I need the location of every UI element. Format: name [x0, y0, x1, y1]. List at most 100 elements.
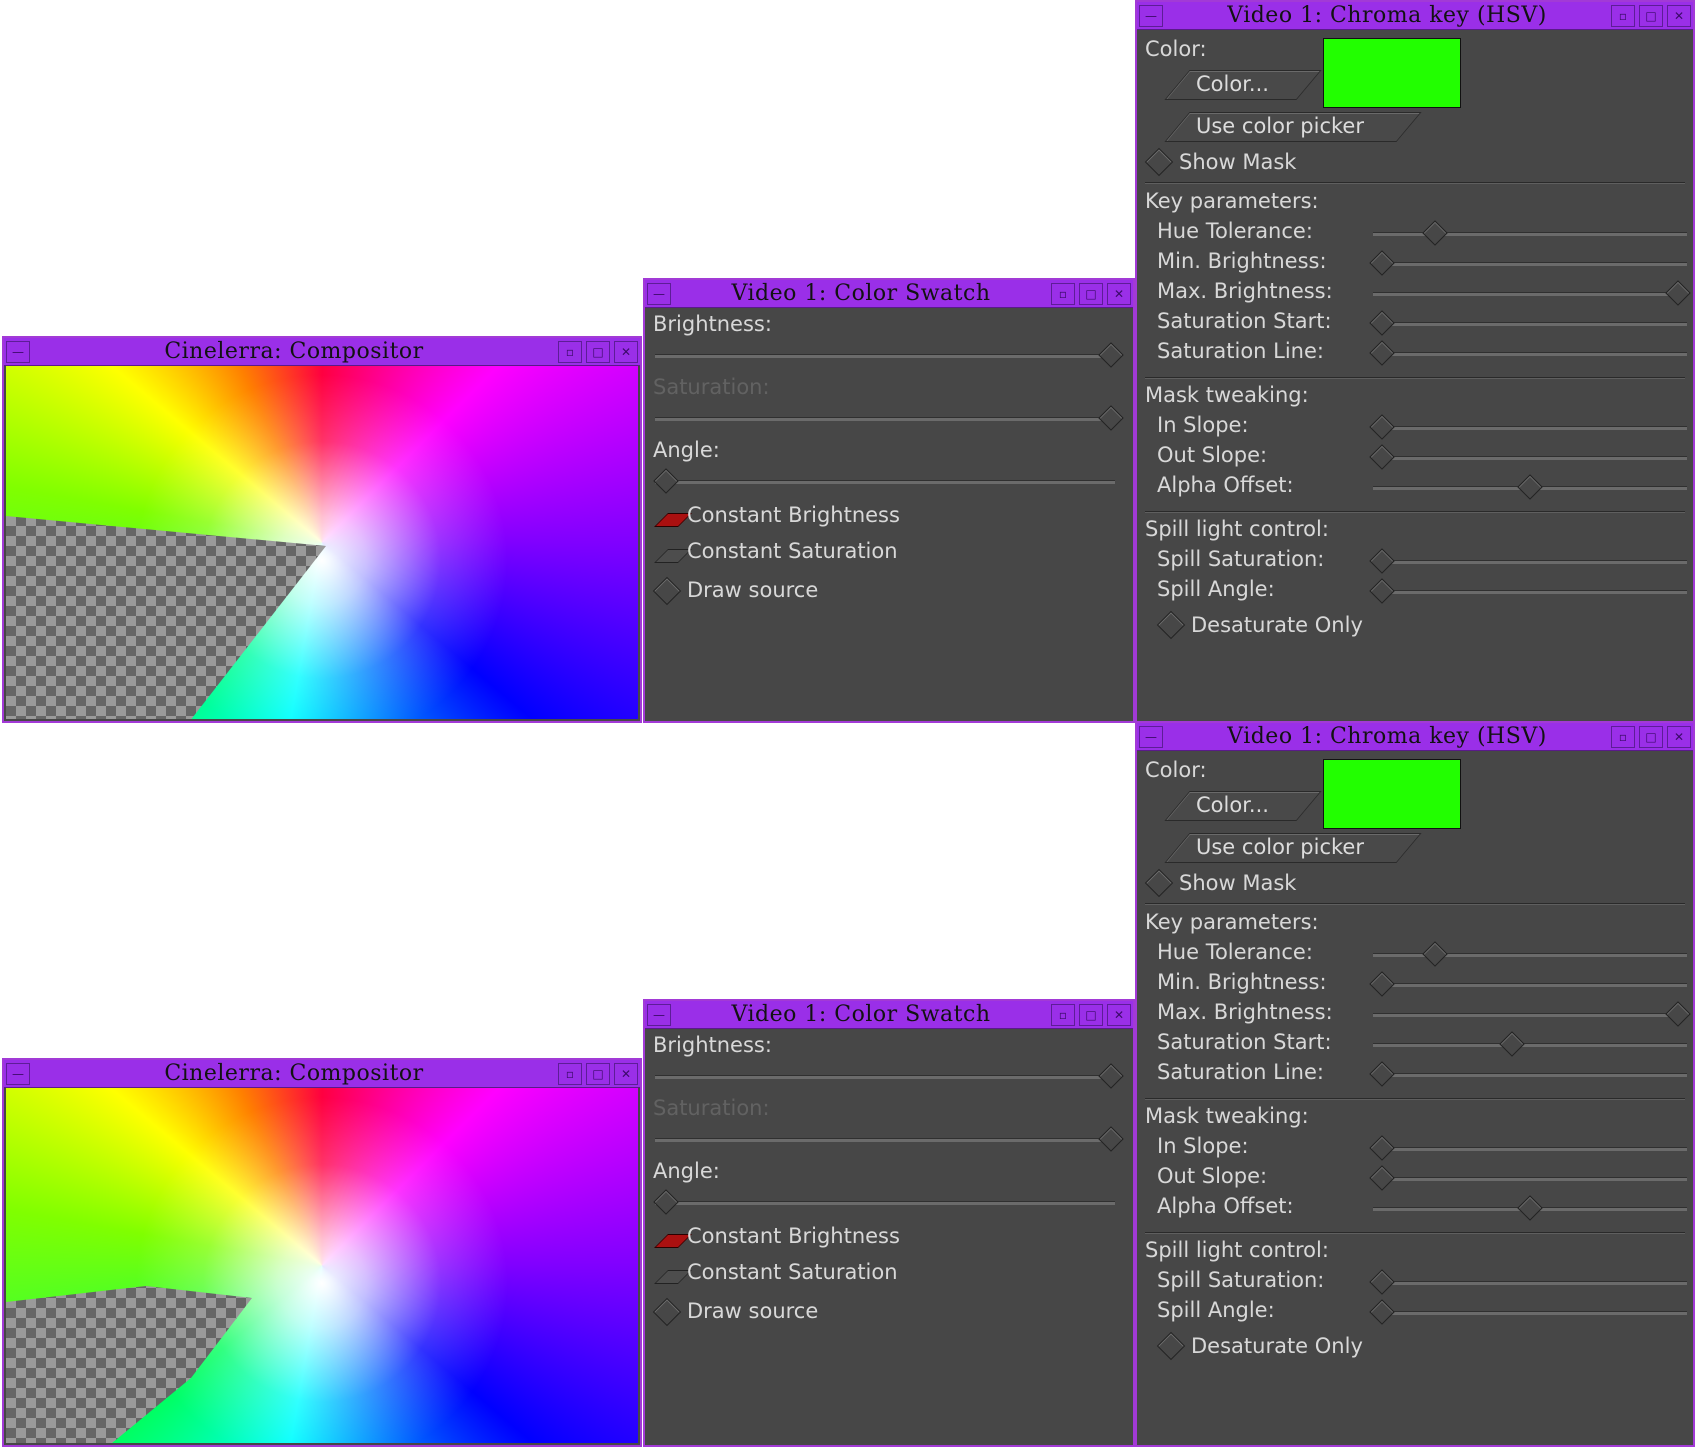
- angle-slider-knob[interactable]: [653, 1189, 679, 1215]
- constant-brightness-label[interactable]: Constant Brightness: [687, 1224, 900, 1248]
- min-brightness-knob[interactable]: [1369, 971, 1395, 997]
- desaturate-only-label[interactable]: Desaturate Only: [1191, 1334, 1363, 1358]
- spill-angle-slider[interactable]: [1373, 590, 1687, 594]
- maximize-icon[interactable]: □: [586, 1062, 610, 1085]
- angle-slider[interactable]: [655, 1201, 1115, 1205]
- color-button-label[interactable]: Color...: [1196, 72, 1269, 96]
- close-icon[interactable]: ✕: [1667, 4, 1691, 27]
- brightness-slider[interactable]: [655, 1075, 1115, 1079]
- window-menu-icon[interactable]: —: [1139, 725, 1163, 748]
- spill-angle-knob[interactable]: [1369, 1299, 1395, 1325]
- hue-tolerance-knob[interactable]: [1422, 941, 1448, 967]
- min-brightness-knob[interactable]: [1369, 250, 1395, 276]
- max-brightness-knob[interactable]: [1665, 1001, 1691, 1027]
- swatch-titlebar[interactable]: — Video 1: Color Swatch ▫ □ ✕: [645, 1001, 1133, 1029]
- chroma-titlebar[interactable]: — Video 1: Chroma key (HSV) ▫ □ ✕: [1137, 723, 1693, 751]
- saturation-slider-knob[interactable]: [1098, 405, 1124, 431]
- show-mask-label[interactable]: Show Mask: [1179, 150, 1296, 174]
- chroma-titlebar[interactable]: — Video 1: Chroma key (HSV) ▫ □ ✕: [1137, 2, 1693, 30]
- saturation-slider[interactable]: [655, 1138, 1115, 1142]
- in-slope-slider[interactable]: [1373, 1147, 1687, 1151]
- hue-tolerance-slider[interactable]: [1373, 232, 1687, 236]
- minimize-icon[interactable]: ▫: [1051, 1003, 1075, 1026]
- spill-angle-slider[interactable]: [1373, 1311, 1687, 1315]
- saturation-slider-knob[interactable]: [1098, 1126, 1124, 1152]
- alpha-offset-knob[interactable]: [1517, 1195, 1543, 1221]
- hue-tolerance-slider[interactable]: [1373, 953, 1687, 957]
- window-menu-icon[interactable]: —: [647, 282, 671, 305]
- close-icon[interactable]: ✕: [614, 1062, 638, 1085]
- in-slope-knob[interactable]: [1369, 1135, 1395, 1161]
- hue-tolerance-knob[interactable]: [1422, 220, 1448, 246]
- desaturate-only-checkbox[interactable]: [1156, 610, 1186, 640]
- desaturate-only-checkbox[interactable]: [1156, 1331, 1186, 1361]
- draw-source-checkbox[interactable]: [652, 1297, 682, 1327]
- spill-saturation-slider[interactable]: [1373, 1281, 1687, 1285]
- out-slope-slider[interactable]: [1373, 1177, 1687, 1181]
- minimize-icon[interactable]: ▫: [1611, 725, 1635, 748]
- saturation-start-knob[interactable]: [1369, 310, 1395, 336]
- in-slope-slider[interactable]: [1373, 426, 1687, 430]
- spill-saturation-knob[interactable]: [1369, 1269, 1395, 1295]
- spill-saturation-slider[interactable]: [1373, 560, 1687, 564]
- maximize-icon[interactable]: □: [1079, 1003, 1103, 1026]
- saturation-line-knob[interactable]: [1369, 340, 1395, 366]
- saturation-slider[interactable]: [655, 417, 1115, 421]
- maximize-icon[interactable]: □: [586, 340, 610, 363]
- saturation-start-slider[interactable]: [1373, 322, 1687, 326]
- min-brightness-slider[interactable]: [1373, 262, 1687, 266]
- min-brightness-slider[interactable]: [1373, 983, 1687, 987]
- color-button-label[interactable]: Color...: [1196, 793, 1269, 817]
- color-picker-button-label[interactable]: Use color picker: [1196, 835, 1364, 859]
- compositor-canvas[interactable]: [6, 366, 638, 719]
- constant-brightness-label[interactable]: Constant Brightness: [687, 503, 900, 527]
- minimize-icon[interactable]: ▫: [558, 340, 582, 363]
- brightness-slider[interactable]: [655, 354, 1115, 358]
- draw-source-label[interactable]: Draw source: [687, 1299, 818, 1323]
- brightness-slider-knob[interactable]: [1098, 1063, 1124, 1089]
- compositor-titlebar[interactable]: — Cinelerra: Compositor ▫ □ ✕: [4, 1060, 640, 1088]
- swatch-titlebar[interactable]: — Video 1: Color Swatch ▫ □ ✕: [645, 280, 1133, 308]
- angle-slider-knob[interactable]: [653, 468, 679, 494]
- compositor-canvas[interactable]: [6, 1088, 638, 1443]
- saturation-start-slider[interactable]: [1373, 1043, 1687, 1047]
- constant-saturation-label[interactable]: Constant Saturation: [687, 539, 898, 563]
- minimize-icon[interactable]: ▫: [1051, 282, 1075, 305]
- saturation-line-slider[interactable]: [1373, 352, 1687, 356]
- close-icon[interactable]: ✕: [1107, 1003, 1131, 1026]
- max-brightness-knob[interactable]: [1665, 280, 1691, 306]
- window-menu-icon[interactable]: —: [1139, 4, 1163, 27]
- spill-saturation-knob[interactable]: [1369, 548, 1395, 574]
- out-slope-knob[interactable]: [1369, 444, 1395, 470]
- saturation-line-knob[interactable]: [1369, 1061, 1395, 1087]
- close-icon[interactable]: ✕: [1667, 725, 1691, 748]
- close-icon[interactable]: ✕: [614, 340, 638, 363]
- window-menu-icon[interactable]: —: [647, 1003, 671, 1026]
- compositor-titlebar[interactable]: — Cinelerra: Compositor ▫ □ ✕: [4, 338, 640, 366]
- out-slope-slider[interactable]: [1373, 456, 1687, 460]
- constant-saturation-label[interactable]: Constant Saturation: [687, 1260, 898, 1284]
- angle-slider[interactable]: [655, 480, 1115, 484]
- show-mask-checkbox[interactable]: [1144, 147, 1174, 177]
- window-menu-icon[interactable]: —: [6, 340, 30, 363]
- brightness-slider-knob[interactable]: [1098, 342, 1124, 368]
- max-brightness-slider[interactable]: [1373, 1013, 1687, 1017]
- saturation-start-knob[interactable]: [1499, 1031, 1525, 1057]
- desaturate-only-label[interactable]: Desaturate Only: [1191, 613, 1363, 637]
- max-brightness-slider[interactable]: [1373, 292, 1687, 296]
- draw-source-checkbox[interactable]: [652, 576, 682, 606]
- show-mask-checkbox[interactable]: [1144, 868, 1174, 898]
- draw-source-label[interactable]: Draw source: [687, 578, 818, 602]
- alpha-offset-knob[interactable]: [1517, 474, 1543, 500]
- in-slope-knob[interactable]: [1369, 414, 1395, 440]
- minimize-icon[interactable]: ▫: [1611, 4, 1635, 27]
- close-icon[interactable]: ✕: [1107, 282, 1131, 305]
- color-picker-button-label[interactable]: Use color picker: [1196, 114, 1364, 138]
- saturation-line-slider[interactable]: [1373, 1073, 1687, 1077]
- minimize-icon[interactable]: ▫: [558, 1062, 582, 1085]
- maximize-icon[interactable]: □: [1639, 4, 1663, 27]
- spill-angle-knob[interactable]: [1369, 578, 1395, 604]
- show-mask-label[interactable]: Show Mask: [1179, 871, 1296, 895]
- out-slope-knob[interactable]: [1369, 1165, 1395, 1191]
- maximize-icon[interactable]: □: [1639, 725, 1663, 748]
